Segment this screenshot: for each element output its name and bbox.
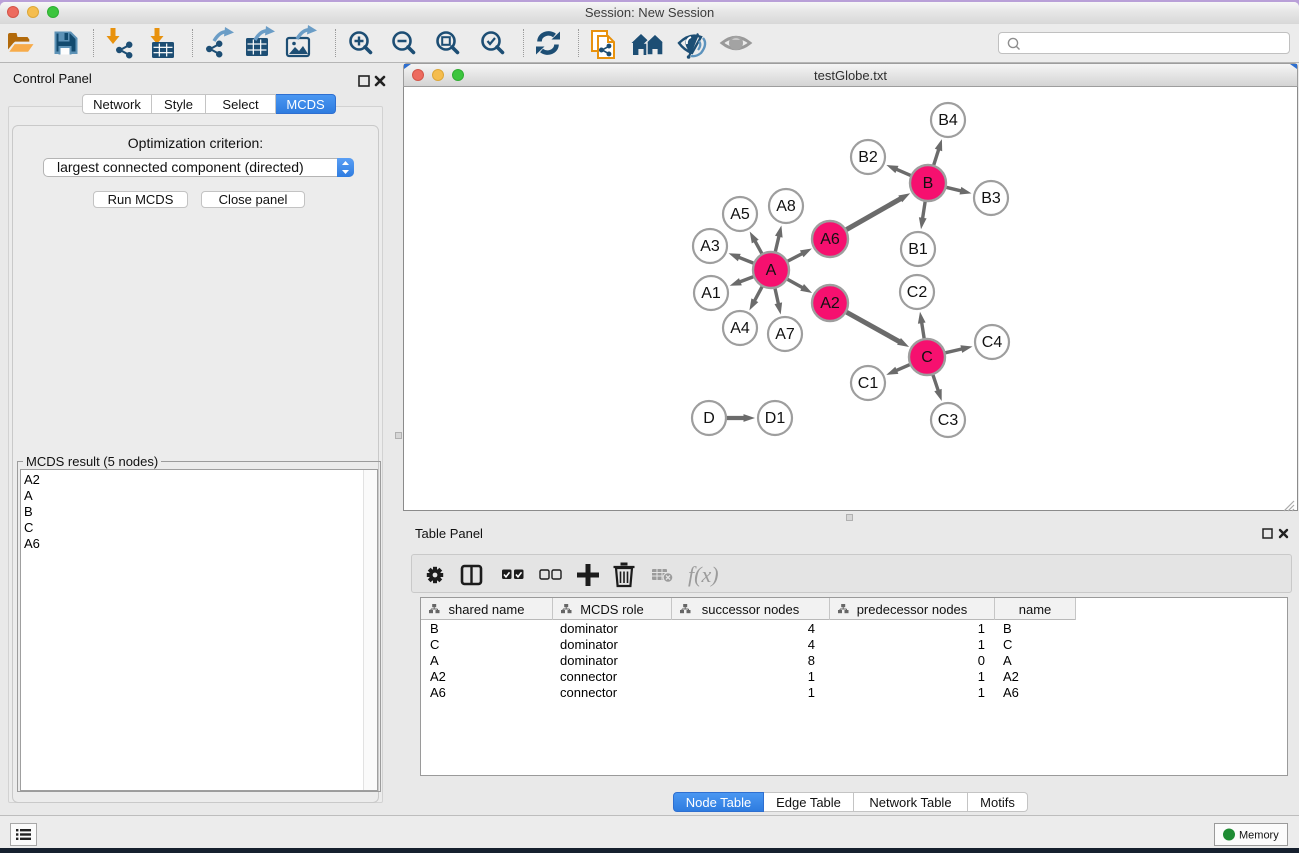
svg-text:D1: D1 xyxy=(765,410,786,427)
svg-text:A2: A2 xyxy=(820,295,840,312)
svg-text:A5: A5 xyxy=(730,206,750,223)
svg-text:A: A xyxy=(766,262,777,279)
svg-text:A8: A8 xyxy=(776,198,796,215)
svg-text:B4: B4 xyxy=(938,112,958,129)
svg-text:B1: B1 xyxy=(908,241,928,258)
svg-text:A3: A3 xyxy=(700,238,720,255)
svg-text:A7: A7 xyxy=(775,326,795,343)
svg-text:C4: C4 xyxy=(982,334,1003,351)
svg-text:B: B xyxy=(923,175,934,192)
svg-text:f(x): f(x) xyxy=(688,562,719,587)
svg-text:C: C xyxy=(921,349,933,366)
svg-text:B3: B3 xyxy=(981,190,1001,207)
svg-text:A6: A6 xyxy=(820,231,840,248)
svg-text:C3: C3 xyxy=(938,412,959,429)
svg-text:C2: C2 xyxy=(907,284,928,301)
svg-text:D: D xyxy=(703,410,715,427)
svg-text:A4: A4 xyxy=(730,320,750,337)
svg-text:C1: C1 xyxy=(858,375,879,392)
svg-text:B2: B2 xyxy=(858,149,878,166)
svg-text:A1: A1 xyxy=(701,285,721,302)
svg-text:Memory: Memory xyxy=(1239,830,1279,842)
